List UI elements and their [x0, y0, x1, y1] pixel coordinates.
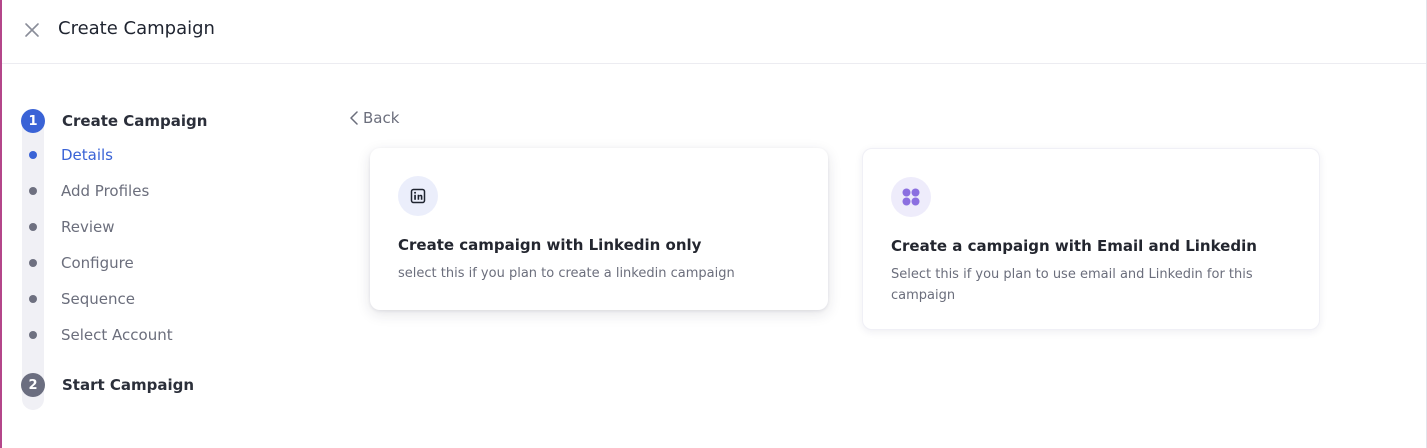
grid-apps-icon	[902, 188, 920, 206]
chevron-left-icon	[350, 111, 358, 125]
step-dot	[29, 259, 37, 267]
substep-label: Sequence	[61, 290, 135, 308]
close-icon	[25, 23, 39, 37]
page-title: Create Campaign	[58, 18, 215, 39]
step-label-start-campaign: Start Campaign	[62, 376, 195, 394]
step-number-1: 1	[21, 109, 45, 133]
top-bar: Create Campaign	[2, 0, 1426, 64]
substep-configure[interactable]: Configure	[20, 251, 260, 275]
card-title: Create a campaign with Email and Linkedi…	[891, 237, 1257, 255]
card-description: select this if you plan to create a link…	[398, 266, 735, 281]
linkedin-icon	[410, 188, 426, 204]
substep-label: Select Account	[61, 326, 173, 344]
substep-sequence[interactable]: Sequence	[20, 287, 260, 311]
step-number-2: 2	[21, 373, 45, 397]
email-linkedin-card[interactable]: Create a campaign with Email and Linkedi…	[862, 148, 1320, 330]
step-dot	[29, 331, 37, 339]
step-create-campaign[interactable]: 1 Create Campaign	[20, 108, 207, 134]
step-dot	[29, 223, 37, 231]
substep-label: Add Profiles	[61, 182, 150, 200]
card-title: Create campaign with Linkedin only	[398, 236, 702, 254]
step-dot	[29, 187, 37, 195]
substep-details[interactable]: Details	[20, 143, 260, 167]
step-start-campaign[interactable]: 2 Start Campaign	[20, 372, 194, 398]
step-dot	[29, 151, 37, 159]
campaign-stepper: 1 Create Campaign Details Add Profiles R…	[20, 108, 280, 413]
card-description: Select this if you plan to use email and…	[891, 267, 1253, 303]
substep-label: Configure	[61, 254, 134, 272]
app-frame: Create Campaign 1 Create Campaign Detail…	[0, 0, 1427, 448]
card-icon-badge	[398, 176, 438, 216]
step-label-create-campaign: Create Campaign	[62, 112, 208, 130]
back-button[interactable]: Back	[349, 106, 399, 130]
substep-select-account[interactable]: Select Account	[20, 323, 260, 347]
card-icon-badge	[891, 177, 931, 217]
substep-review[interactable]: Review	[20, 215, 260, 239]
step-dot	[29, 295, 37, 303]
linkedin-only-card[interactable]: Create campaign with Linkedin only selec…	[370, 148, 828, 310]
back-label: Back	[363, 109, 400, 127]
substep-label: Review	[61, 218, 115, 236]
substep-add-profiles[interactable]: Add Profiles	[20, 179, 260, 203]
close-button[interactable]	[20, 18, 44, 42]
substep-label: Details	[61, 146, 114, 164]
